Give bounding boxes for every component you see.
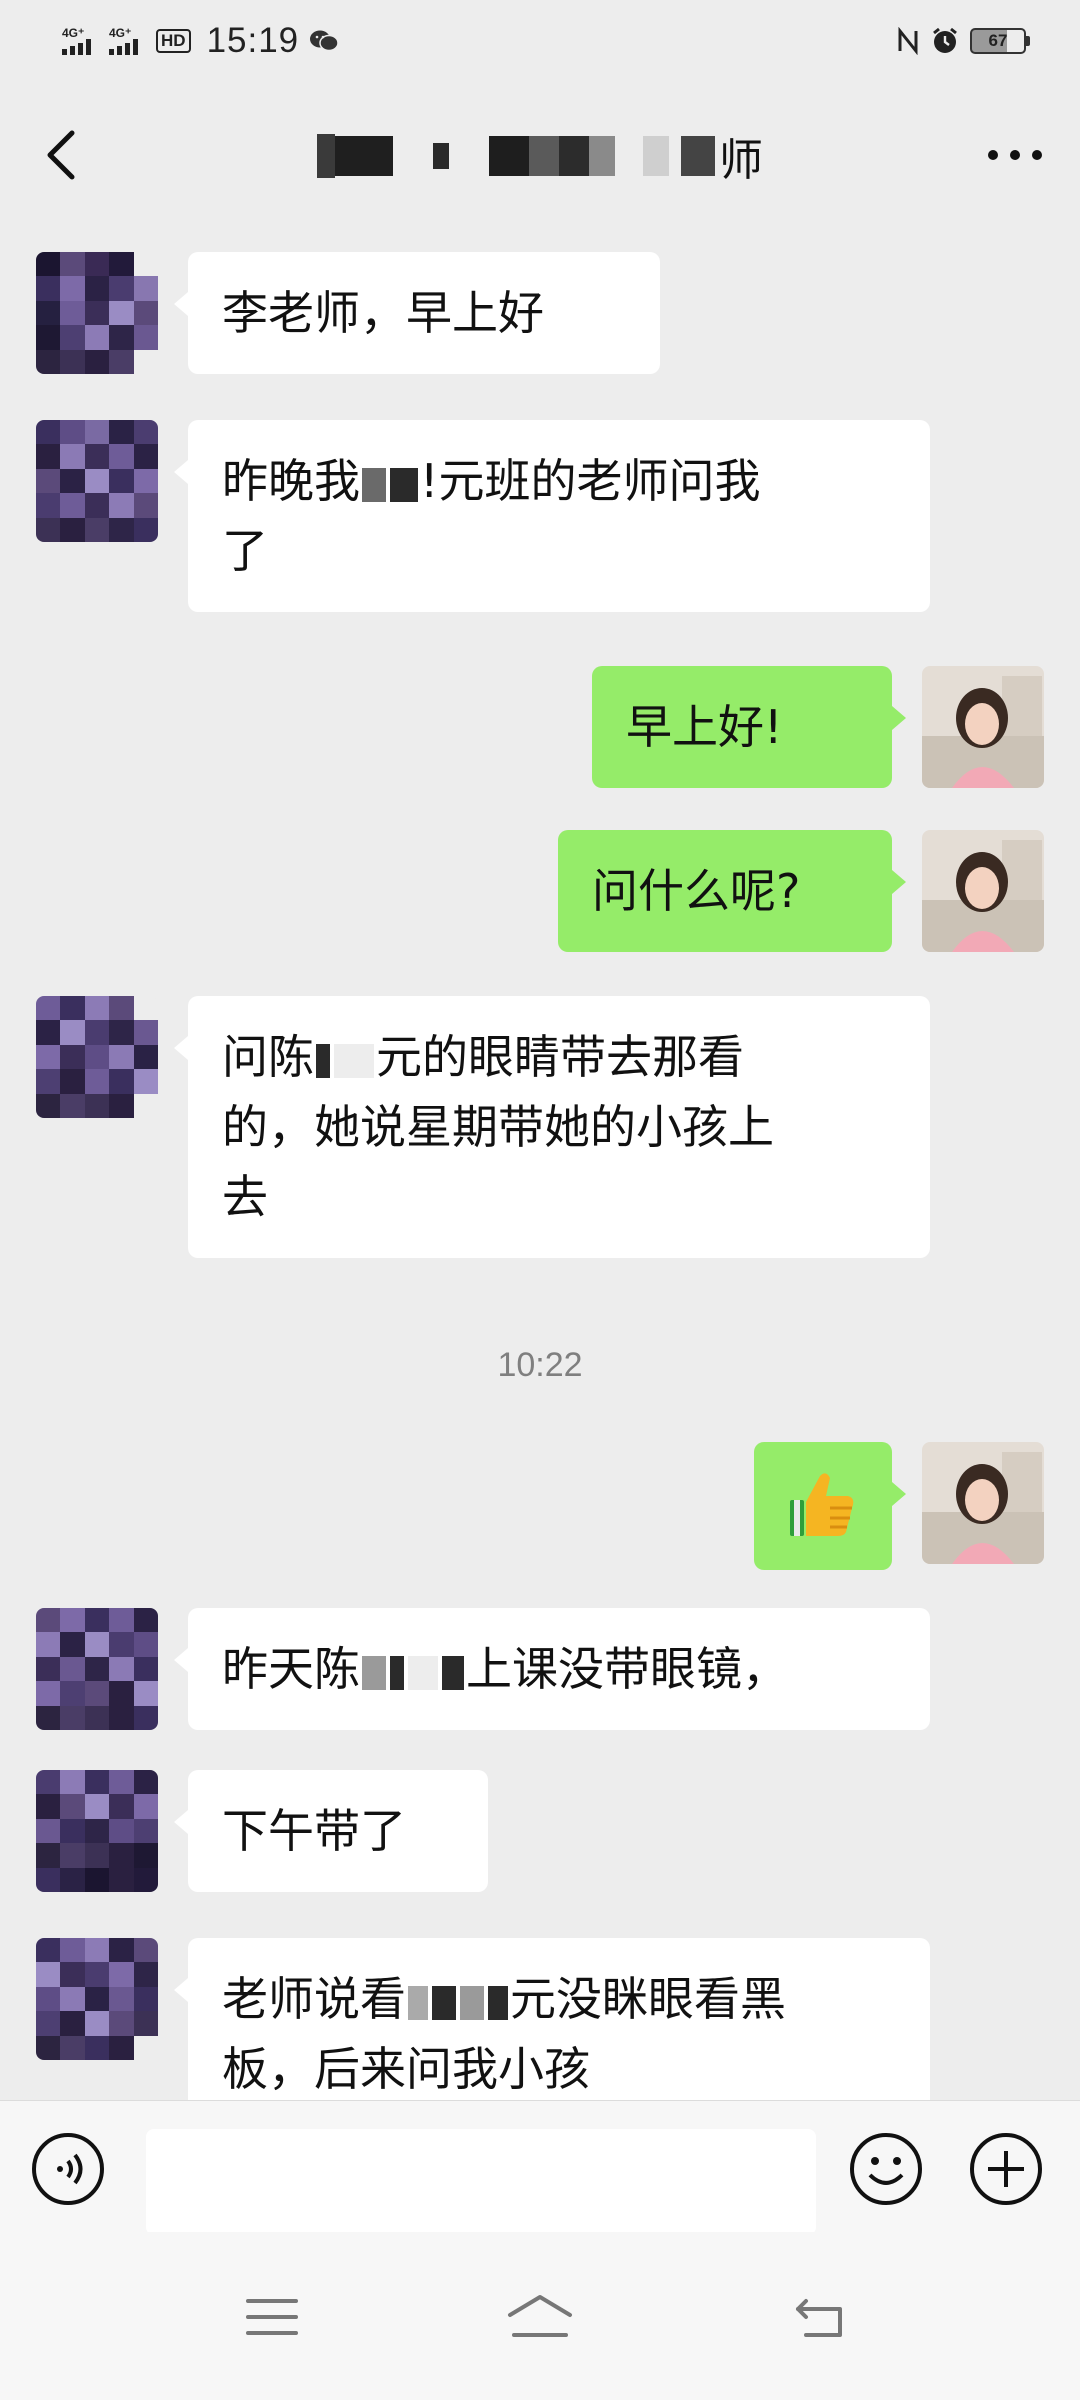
sender-avatar[interactable] [36, 1770, 158, 1892]
message-bubble-incoming[interactable]: 问陈 元的眼睛带去那看 的，她说星期带她的小孩上 去 [174, 996, 930, 1258]
message-bubble-incoming[interactable]: 老师说看 元没眯眼看黑 板，后来问我小孩 [174, 1938, 930, 2100]
redaction-mosaic [460, 1985, 484, 2020]
more-options-button[interactable] [980, 120, 1050, 190]
nav-back-icon [796, 2299, 842, 2337]
chat-header: 师 [0, 82, 1080, 230]
message-text-field[interactable] [146, 2129, 816, 2235]
system-navigation-bar [0, 2232, 1080, 2400]
redaction-mosaic [408, 1985, 428, 2020]
more-dots-icon [988, 150, 1042, 160]
message-bubble-incoming[interactable]: 下午带了 [174, 1770, 488, 1892]
battery-level: 67 [988, 31, 1008, 50]
alarm-icon [933, 27, 957, 53]
thumbs-up-icon [790, 1473, 854, 1536]
signal-bars-2-icon [109, 39, 138, 55]
own-avatar[interactable] [922, 1442, 1044, 1564]
chat-title: 师 [317, 126, 763, 186]
own-avatar[interactable] [922, 830, 1044, 952]
chat-message-list[interactable]: 李老师，早上好 昨晚我 !元班的老师问我 了 早上好! 问什么呢? 问陈 元的眼… [0, 230, 1080, 2100]
network-type-2: 4G⁺ [109, 26, 132, 40]
signal-2: 4G⁺ [109, 27, 138, 55]
message-bubble-outgoing[interactable]: 早上好! [592, 666, 906, 788]
network-type-1: 4G⁺ [62, 26, 85, 40]
back-button[interactable] [30, 120, 90, 190]
profile-photo-icon [922, 1442, 1044, 1564]
plus-icon [970, 2133, 1042, 2205]
message-input-bar [0, 2100, 1080, 2235]
voice-icon [32, 2133, 104, 2205]
recent-apps-button[interactable] [232, 2284, 312, 2350]
status-time: 15:19 [206, 21, 300, 60]
profile-photo-icon [922, 830, 1044, 952]
message-text: 李老师，早上好 [222, 286, 544, 340]
redaction-mosaic [316, 1043, 330, 1078]
status-bar: 4G⁺ 4G⁺ HD 15:19 67 [0, 0, 1080, 82]
sender-avatar[interactable] [36, 1938, 158, 2060]
message-text: 的，她说星期带她的小孩上 [222, 1100, 774, 1154]
redaction-mosaic [390, 467, 418, 502]
battery-icon: 67 [970, 28, 1030, 54]
message-text: 元没眯眼看黑 [510, 1972, 786, 2026]
chat-title-suffix: 师 [719, 135, 763, 186]
message-bubble-incoming[interactable]: 李老师，早上好 [174, 252, 660, 374]
redaction-mosaic [390, 1655, 404, 1690]
message-timestamp: 10:22 [497, 1346, 583, 1384]
message-bubble-outgoing[interactable] [754, 1442, 906, 1570]
redaction-mosaic [488, 1985, 508, 2020]
message-text: 早上好! [626, 700, 783, 754]
signal-1: 4G⁺ [62, 27, 91, 55]
message-text: 上课没带眼镜， [466, 1642, 788, 1696]
sender-avatar[interactable] [36, 996, 158, 1118]
voice-input-button[interactable] [30, 2131, 106, 2207]
redaction-mosaic [362, 467, 386, 502]
wechat-notification-icon [310, 30, 339, 52]
home-icon [508, 2295, 572, 2337]
message-text: 了 [222, 524, 268, 578]
nfc-icon [898, 27, 918, 55]
message-text: 问什么呢? [592, 864, 801, 918]
message-bubble-incoming[interactable]: 昨晚我 !元班的老师问我 了 [174, 420, 930, 612]
profile-photo-icon [922, 666, 1044, 788]
message-text: 元班的老师问我 [438, 454, 761, 508]
status-right: 67 [896, 26, 1030, 56]
message-text: 老师说看 [222, 1972, 406, 2026]
message-text: 去 [222, 1170, 268, 1224]
message-text: 昨天陈 [222, 1642, 360, 1696]
message-text: 下午带了 [222, 1804, 406, 1858]
sender-avatar[interactable] [36, 420, 158, 542]
signal-bars-1-icon [62, 39, 91, 55]
nav-back-button[interactable] [782, 2284, 862, 2350]
sender-avatar[interactable] [36, 252, 158, 374]
redaction-mosaic [442, 1655, 464, 1690]
more-functions-button[interactable] [968, 2131, 1044, 2207]
redaction-mosaic [334, 1043, 374, 1078]
own-avatar[interactable] [922, 666, 1044, 788]
emoji-button[interactable] [848, 2131, 924, 2207]
message-bubble-incoming[interactable]: 昨天陈 上课没带眼镜， [174, 1608, 930, 1730]
sender-avatar[interactable] [36, 1608, 158, 1730]
redaction-mosaic [432, 1985, 456, 2020]
back-chevron-icon [47, 130, 75, 180]
message-text: 元的眼睛带去那看 [376, 1030, 744, 1084]
message-text: 昨晚我 [222, 454, 360, 508]
redaction-mosaic [362, 1655, 386, 1690]
message-text: 问陈 [222, 1030, 314, 1084]
hd-badge: HD [156, 29, 191, 53]
message-text: 板，后来问我小孩 [222, 2042, 590, 2096]
message-bubble-outgoing[interactable]: 问什么呢? [558, 830, 906, 952]
redaction-mosaic [408, 1655, 438, 1690]
emoji-icon [850, 2133, 922, 2205]
home-button[interactable] [500, 2284, 580, 2350]
status-left: 4G⁺ 4G⁺ HD 15:19 [62, 21, 339, 61]
menu-icon [246, 2299, 298, 2335]
